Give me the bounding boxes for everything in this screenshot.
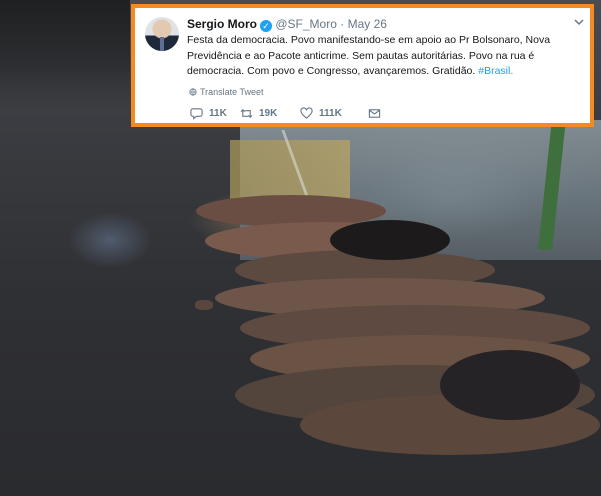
message-icon xyxy=(368,109,381,118)
like-icon xyxy=(300,107,313,119)
author-name[interactable]: Sergio Moro xyxy=(187,17,257,31)
photo-soldiers-area xyxy=(0,0,130,110)
hashtag-link[interactable]: #Brasil. xyxy=(478,65,513,77)
translate-tweet-link[interactable]: Translate Tweet xyxy=(189,87,264,97)
translate-label: Translate Tweet xyxy=(200,87,264,97)
chevron-down-icon[interactable] xyxy=(572,16,586,30)
avatar[interactable] xyxy=(145,17,179,51)
message-button[interactable] xyxy=(368,107,381,120)
like-button[interactable]: 111K xyxy=(300,107,342,120)
photo-shadow xyxy=(440,350,580,420)
separator: · xyxy=(340,17,345,31)
photo-shadow xyxy=(330,220,450,260)
like-count: 111K xyxy=(319,108,342,119)
tweet-card[interactable]: Sergio Moro ✓ @SF_Moro · May 26 Festa da … xyxy=(131,4,594,127)
tweet-date[interactable]: May 26 xyxy=(348,17,387,31)
retweet-button[interactable]: 19K xyxy=(240,107,277,120)
avatar-tie xyxy=(160,37,164,51)
reply-count: 11K xyxy=(209,108,227,119)
verified-badge-icon: ✓ xyxy=(260,20,273,32)
tweet-actions: 11K 19K 111K xyxy=(190,107,410,123)
author-handle[interactable]: @SF_Moro xyxy=(275,17,337,31)
reply-icon xyxy=(190,108,203,120)
tweet-header: Sergio Moro ✓ @SF_Moro · May 26 xyxy=(187,17,387,32)
retweet-icon xyxy=(240,108,253,119)
photo-detail xyxy=(195,300,213,310)
tweet-text: Festa da democracia. Povo manifestando-s… xyxy=(187,33,583,80)
reply-button[interactable]: 11K xyxy=(190,107,227,120)
globe-icon xyxy=(189,88,197,96)
retweet-count: 19K xyxy=(259,108,278,119)
